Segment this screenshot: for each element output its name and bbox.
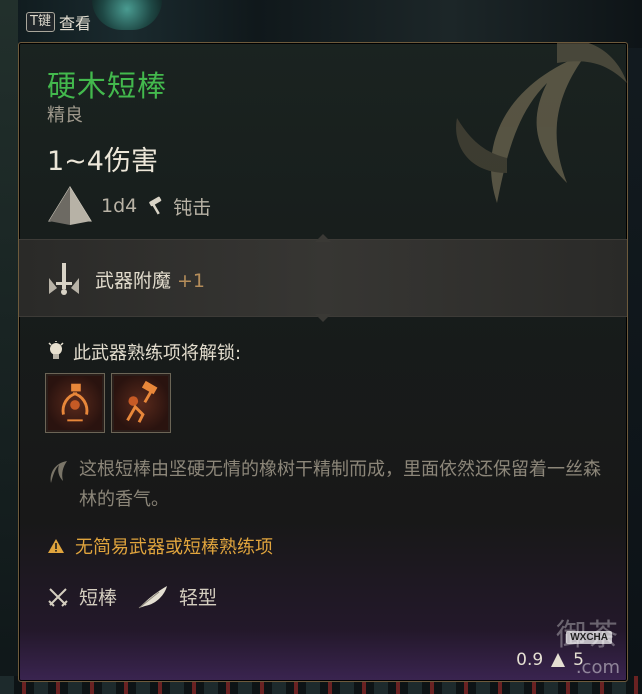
inspect-hotkey-hint[interactable]: T键 查看 (26, 10, 91, 34)
warning-icon (48, 539, 64, 553)
description-text: 这根短棒由坚硬无情的橡树干精制而成，里面依然还保留着一丝森林的香气。 (79, 459, 601, 510)
cleaving-slash-icon (61, 383, 89, 422)
enchant-bonus: +1 (177, 270, 206, 292)
thorn-ornament-icon (456, 43, 627, 203)
weapon-properties: 短棒 轻型 (47, 583, 227, 610)
d4-dice-icon (48, 186, 92, 225)
band-notch-bottom (315, 314, 331, 322)
item-rarity: 精良 (47, 105, 83, 126)
enchant-label: 武器附魔 (95, 270, 172, 292)
damage-range: 1~4伤害 (47, 146, 158, 177)
watermark-domain: .com (575, 657, 620, 678)
item-description: 这根短棒由坚硬无情的橡树干精制而成，里面依然还保留着一丝森林的香气。 (47, 455, 607, 515)
enchant-text: 武器附魔 +1 (95, 266, 205, 293)
property-label-1: 短棒 (79, 587, 118, 609)
proficiency-unlock-header: 此武器熟练项将解锁: (47, 339, 241, 365)
lightbulb-icon (48, 341, 64, 359)
proficiency-warning: 无简易武器或短棒熟练项 (47, 533, 273, 559)
dice-value: 1d4 (101, 195, 138, 217)
weapon-enchant-icon (49, 263, 79, 295)
bludgeon-icon (149, 196, 162, 215)
skill-slot-1[interactable] (45, 373, 105, 433)
left-scene-strip (0, 0, 18, 694)
proficiency-skills (45, 373, 171, 433)
lore-quill-icon (50, 461, 67, 483)
item-name: 硬木短棒 (47, 69, 168, 103)
warning-text: 无简易武器或短棒熟练项 (75, 537, 273, 558)
weight-value: 0.9 (516, 650, 544, 670)
watermark-tag: WXCHA (566, 631, 612, 644)
feather-icon (138, 585, 168, 608)
band-notch-top (315, 234, 331, 242)
concussive-smash-icon (126, 380, 158, 423)
t-key-badge: T键 (26, 12, 55, 32)
item-tooltip: 硬木短棒 精良 1~4伤害 1d4 钝击 武器附魔 +1 此武器熟练项将解锁: … (18, 42, 628, 682)
crossed-swords-icon (48, 587, 68, 607)
damage-type: 钝击 (173, 196, 212, 219)
damage-dice-row: 1d4 钝击 (47, 185, 211, 227)
property-label-2: 轻型 (179, 587, 218, 609)
skill-slot-2[interactable] (111, 373, 171, 433)
inspect-label: 查看 (58, 14, 91, 33)
enchantment-band: 武器附魔 +1 (19, 234, 627, 322)
proficiency-header: 此武器熟练项将解锁: (73, 343, 242, 364)
